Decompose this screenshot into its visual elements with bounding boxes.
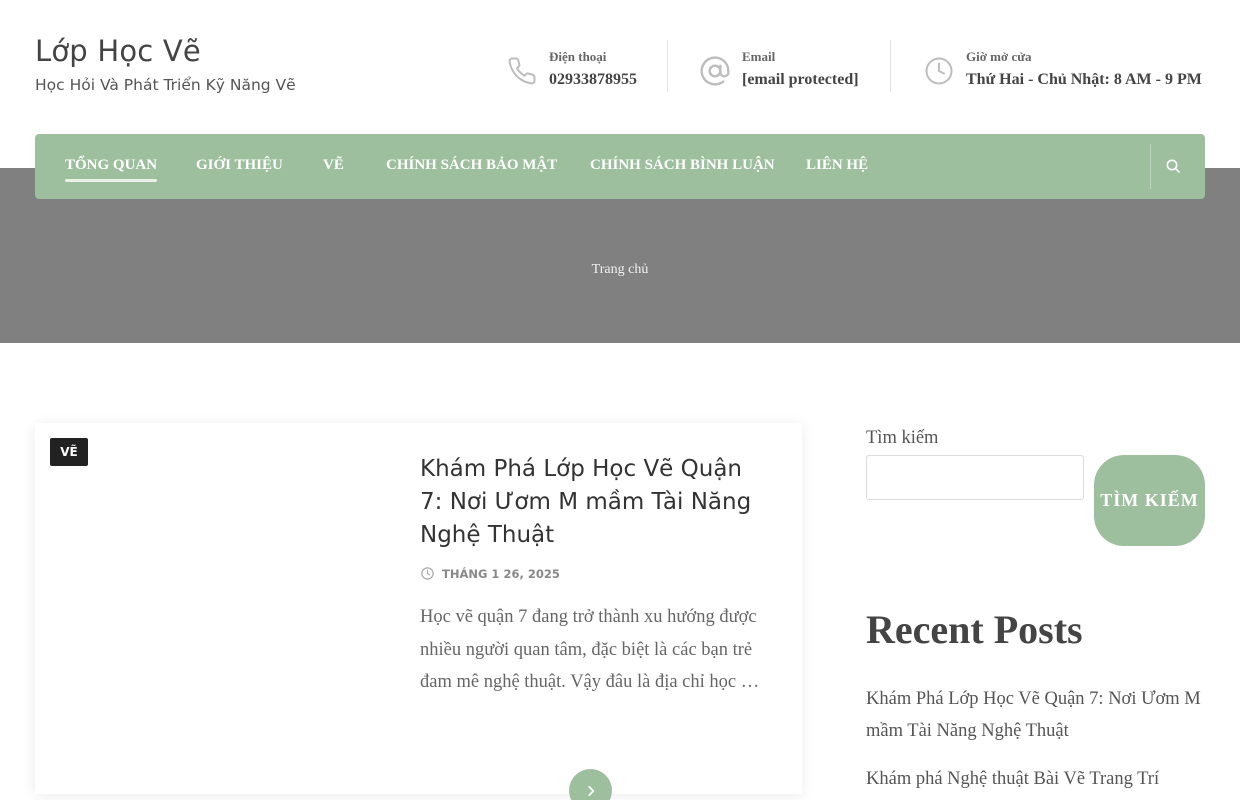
post-title[interactable]: Khám Phá Lớp Học Vẽ Quận 7: Nơi Ươm M mầ…: [420, 453, 770, 552]
search-label: Tìm kiếm: [866, 428, 939, 448]
header-divider: [890, 40, 891, 92]
email-label: Email: [742, 49, 776, 64]
hours-label: Giờ mở cửa: [966, 49, 1032, 64]
search-input[interactable]: [866, 455, 1084, 500]
search-icon[interactable]: [1163, 156, 1183, 176]
search-button[interactable]: TÌM KIẾM: [1094, 455, 1205, 546]
nav-divider: [1150, 144, 1151, 189]
category-badge[interactable]: VẼ: [50, 438, 88, 466]
post-meta: THÁNG 1 26, 2025: [420, 566, 560, 581]
site-tagline: Học Hỏi Và Phát Triển Kỹ Năng Vẽ: [35, 76, 296, 94]
header-divider: [667, 40, 668, 92]
main-nav: TỔNG QUAN GIỚI THIỆU VẼ CHÍNH SÁCH BẢO M…: [35, 134, 1205, 199]
recent-post-link[interactable]: Khám phá Nghệ thuật Bài Vẽ Trang Trí: [866, 763, 1205, 795]
clock-icon: [421, 567, 434, 580]
post-excerpt: Học vẽ quận 7 đang trở thành xu hướng đư…: [420, 607, 760, 692]
nav-item-tong-quan[interactable]: TỔNG QUAN: [65, 157, 158, 182]
phone-value[interactable]: 02933878955: [549, 71, 637, 89]
at-sign-icon: [698, 54, 732, 88]
post-date[interactable]: THÁNG 1 26, 2025: [442, 567, 560, 581]
read-more-button[interactable]: [569, 769, 612, 800]
nav-item-chinh-sach-bao-mat[interactable]: CHÍNH SÁCH BẢO MẬT: [386, 157, 557, 174]
recent-posts-title: Recent Posts: [866, 607, 1083, 652]
nav-item-chinh-sach-binh-luan[interactable]: CHÍNH SÁCH BÌNH LUẬN: [590, 157, 775, 174]
email-value[interactable]: [email protected]: [742, 71, 859, 89]
hours-value: Thứ Hai - Chủ Nhật: 8 AM - 9 PM: [966, 71, 1202, 88]
contact-phone: Điện thoại 02933878955: [505, 40, 637, 92]
nav-item-ve[interactable]: VẼ: [323, 157, 344, 174]
chevron-right-icon: [587, 785, 594, 796]
nav-item-lien-he[interactable]: LIÊN HỆ: [806, 157, 868, 174]
contact-hours: Giờ mở cửa Thứ Hai - Chủ Nhật: 8 AM - 9 …: [922, 40, 1202, 92]
recent-post-link[interactable]: Khám Phá Lớp Học Vẽ Quận 7: Nơi Ươm M mầ…: [866, 683, 1205, 747]
breadcrumb[interactable]: Trang chủ: [0, 262, 1240, 278]
clock-icon: [922, 54, 956, 88]
phone-icon: [505, 54, 539, 88]
phone-label: Điện thoại: [549, 49, 607, 64]
nav-item-gioi-thieu[interactable]: GIỚI THIỆU: [196, 157, 283, 174]
contact-email: Email [email protected]: [698, 40, 859, 92]
site-title[interactable]: Lớp Học Vẽ: [35, 34, 201, 68]
post-card: VẼ Khám Phá Lớp Học Vẽ Quận 7: Nơi Ươm M…: [35, 423, 802, 800]
